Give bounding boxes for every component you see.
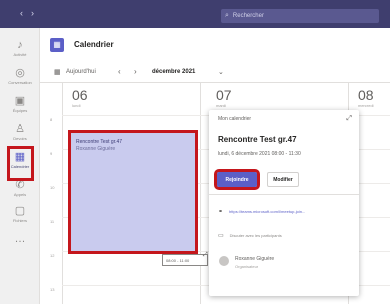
previous-week-button[interactable]: ‹	[118, 67, 121, 76]
day-name: lundi	[72, 103, 81, 108]
chevron-down-icon[interactable]: ⌄	[218, 68, 224, 76]
month-selector[interactable]: décembre 2021	[152, 69, 195, 75]
day-number: 08	[358, 87, 374, 103]
calendar-highlight-box	[7, 146, 34, 181]
more-icon: …	[14, 233, 26, 245]
day-number: 07	[216, 87, 232, 103]
day-name: mercredi	[358, 103, 374, 108]
event-organizer: Roxanne Giguère	[76, 146, 116, 152]
calendar-header: ▦ Calendrier	[40, 28, 390, 62]
event-title: Rencontre Test gr.47	[76, 139, 123, 145]
back-arrow-icon[interactable]: ‹	[20, 8, 23, 20]
page-title: Calendrier	[74, 40, 114, 49]
chat-participants-row[interactable]: ▭ Discuter avec les participants	[218, 232, 282, 239]
organizer-role: Organisateur	[235, 264, 259, 269]
link-icon: ⚭	[218, 209, 224, 215]
rail-item-activity[interactable]: ♪ Activité	[2, 38, 38, 68]
meeting-datetime: lundi, 6 décembre 2021 08:00 - 11:30	[218, 151, 301, 157]
chat-participants-label: Discuter avec les participants	[229, 233, 282, 238]
day-header-wednesday[interactable]: 08 mercredi	[358, 83, 374, 115]
title-bar: ‹ › ⌕ Rechercher	[0, 0, 390, 28]
calendar-name: Mon calendrier	[218, 116, 252, 122]
calendar-icon: ▦	[50, 38, 64, 52]
hour-label: 12	[50, 253, 55, 258]
rail-item-more[interactable]: …	[2, 232, 38, 262]
meeting-details-popup: Mon calendrier ⤢ Rencontre Test gr.47 lu…	[209, 110, 359, 296]
chat-icon: ◎	[15, 67, 25, 79]
search-icon: ⌕	[225, 12, 229, 19]
hour-label: 10	[50, 185, 55, 190]
bell-icon: ♪	[17, 39, 23, 51]
files-icon: ▢	[14, 205, 26, 217]
time-gutter-divider	[62, 83, 63, 304]
calendar-toolbar: ▦ Aujourd'hui ‹ › décembre 2021 ⌄	[40, 62, 390, 82]
hour-label: 9	[50, 151, 53, 156]
day-divider	[200, 83, 201, 304]
rail-item-files[interactable]: ▢ Fichiers	[2, 204, 38, 234]
today-icon: ▦	[54, 69, 61, 76]
calendar-event[interactable]: Rencontre Test gr.47 Roxanne Giguère	[68, 130, 198, 254]
day-name: mardi	[216, 103, 227, 108]
hour-label: 11	[50, 219, 55, 224]
rail-item-teams[interactable]: ▣ Équipes	[2, 94, 38, 124]
assignments-icon: ♙	[15, 123, 25, 135]
history-nav: ‹ ›	[20, 8, 50, 20]
hour-label: 13	[50, 287, 55, 292]
edit-button[interactable]: Modifier	[267, 172, 299, 187]
organizer-name: Roxanne Giguère	[235, 256, 275, 262]
meeting-title: Rencontre Test gr.47	[218, 135, 297, 144]
time-tooltip: 08:00 - 11:00	[162, 254, 208, 266]
search-input[interactable]: ⌕ Rechercher	[221, 9, 379, 23]
hour-label: 8	[50, 117, 53, 122]
join-button[interactable]: Rejoindre	[214, 169, 260, 190]
forward-arrow-icon[interactable]: ›	[31, 8, 34, 20]
avatar	[219, 256, 229, 266]
next-week-button[interactable]: ›	[134, 67, 137, 76]
expand-icon[interactable]: ⤢	[346, 115, 352, 123]
divider	[209, 194, 359, 195]
rail-item-chat[interactable]: ◎ Conversation	[2, 66, 38, 96]
meeting-link-row[interactable]: ⚭ https://teams.microsoft.com/l/meetup-j…	[218, 208, 305, 215]
resize-icon: ⤢	[203, 252, 208, 258]
search-placeholder: Rechercher	[232, 13, 264, 19]
day-number: 06	[72, 87, 88, 103]
day-header-monday[interactable]: 06 lundi	[72, 83, 88, 115]
chat-icon: ▭	[218, 233, 224, 239]
today-button[interactable]: Aujourd'hui	[66, 69, 96, 75]
meeting-link[interactable]: https://teams.microsoft.com/l/meetup-joi…	[229, 209, 305, 214]
teams-icon: ▣	[14, 95, 26, 107]
